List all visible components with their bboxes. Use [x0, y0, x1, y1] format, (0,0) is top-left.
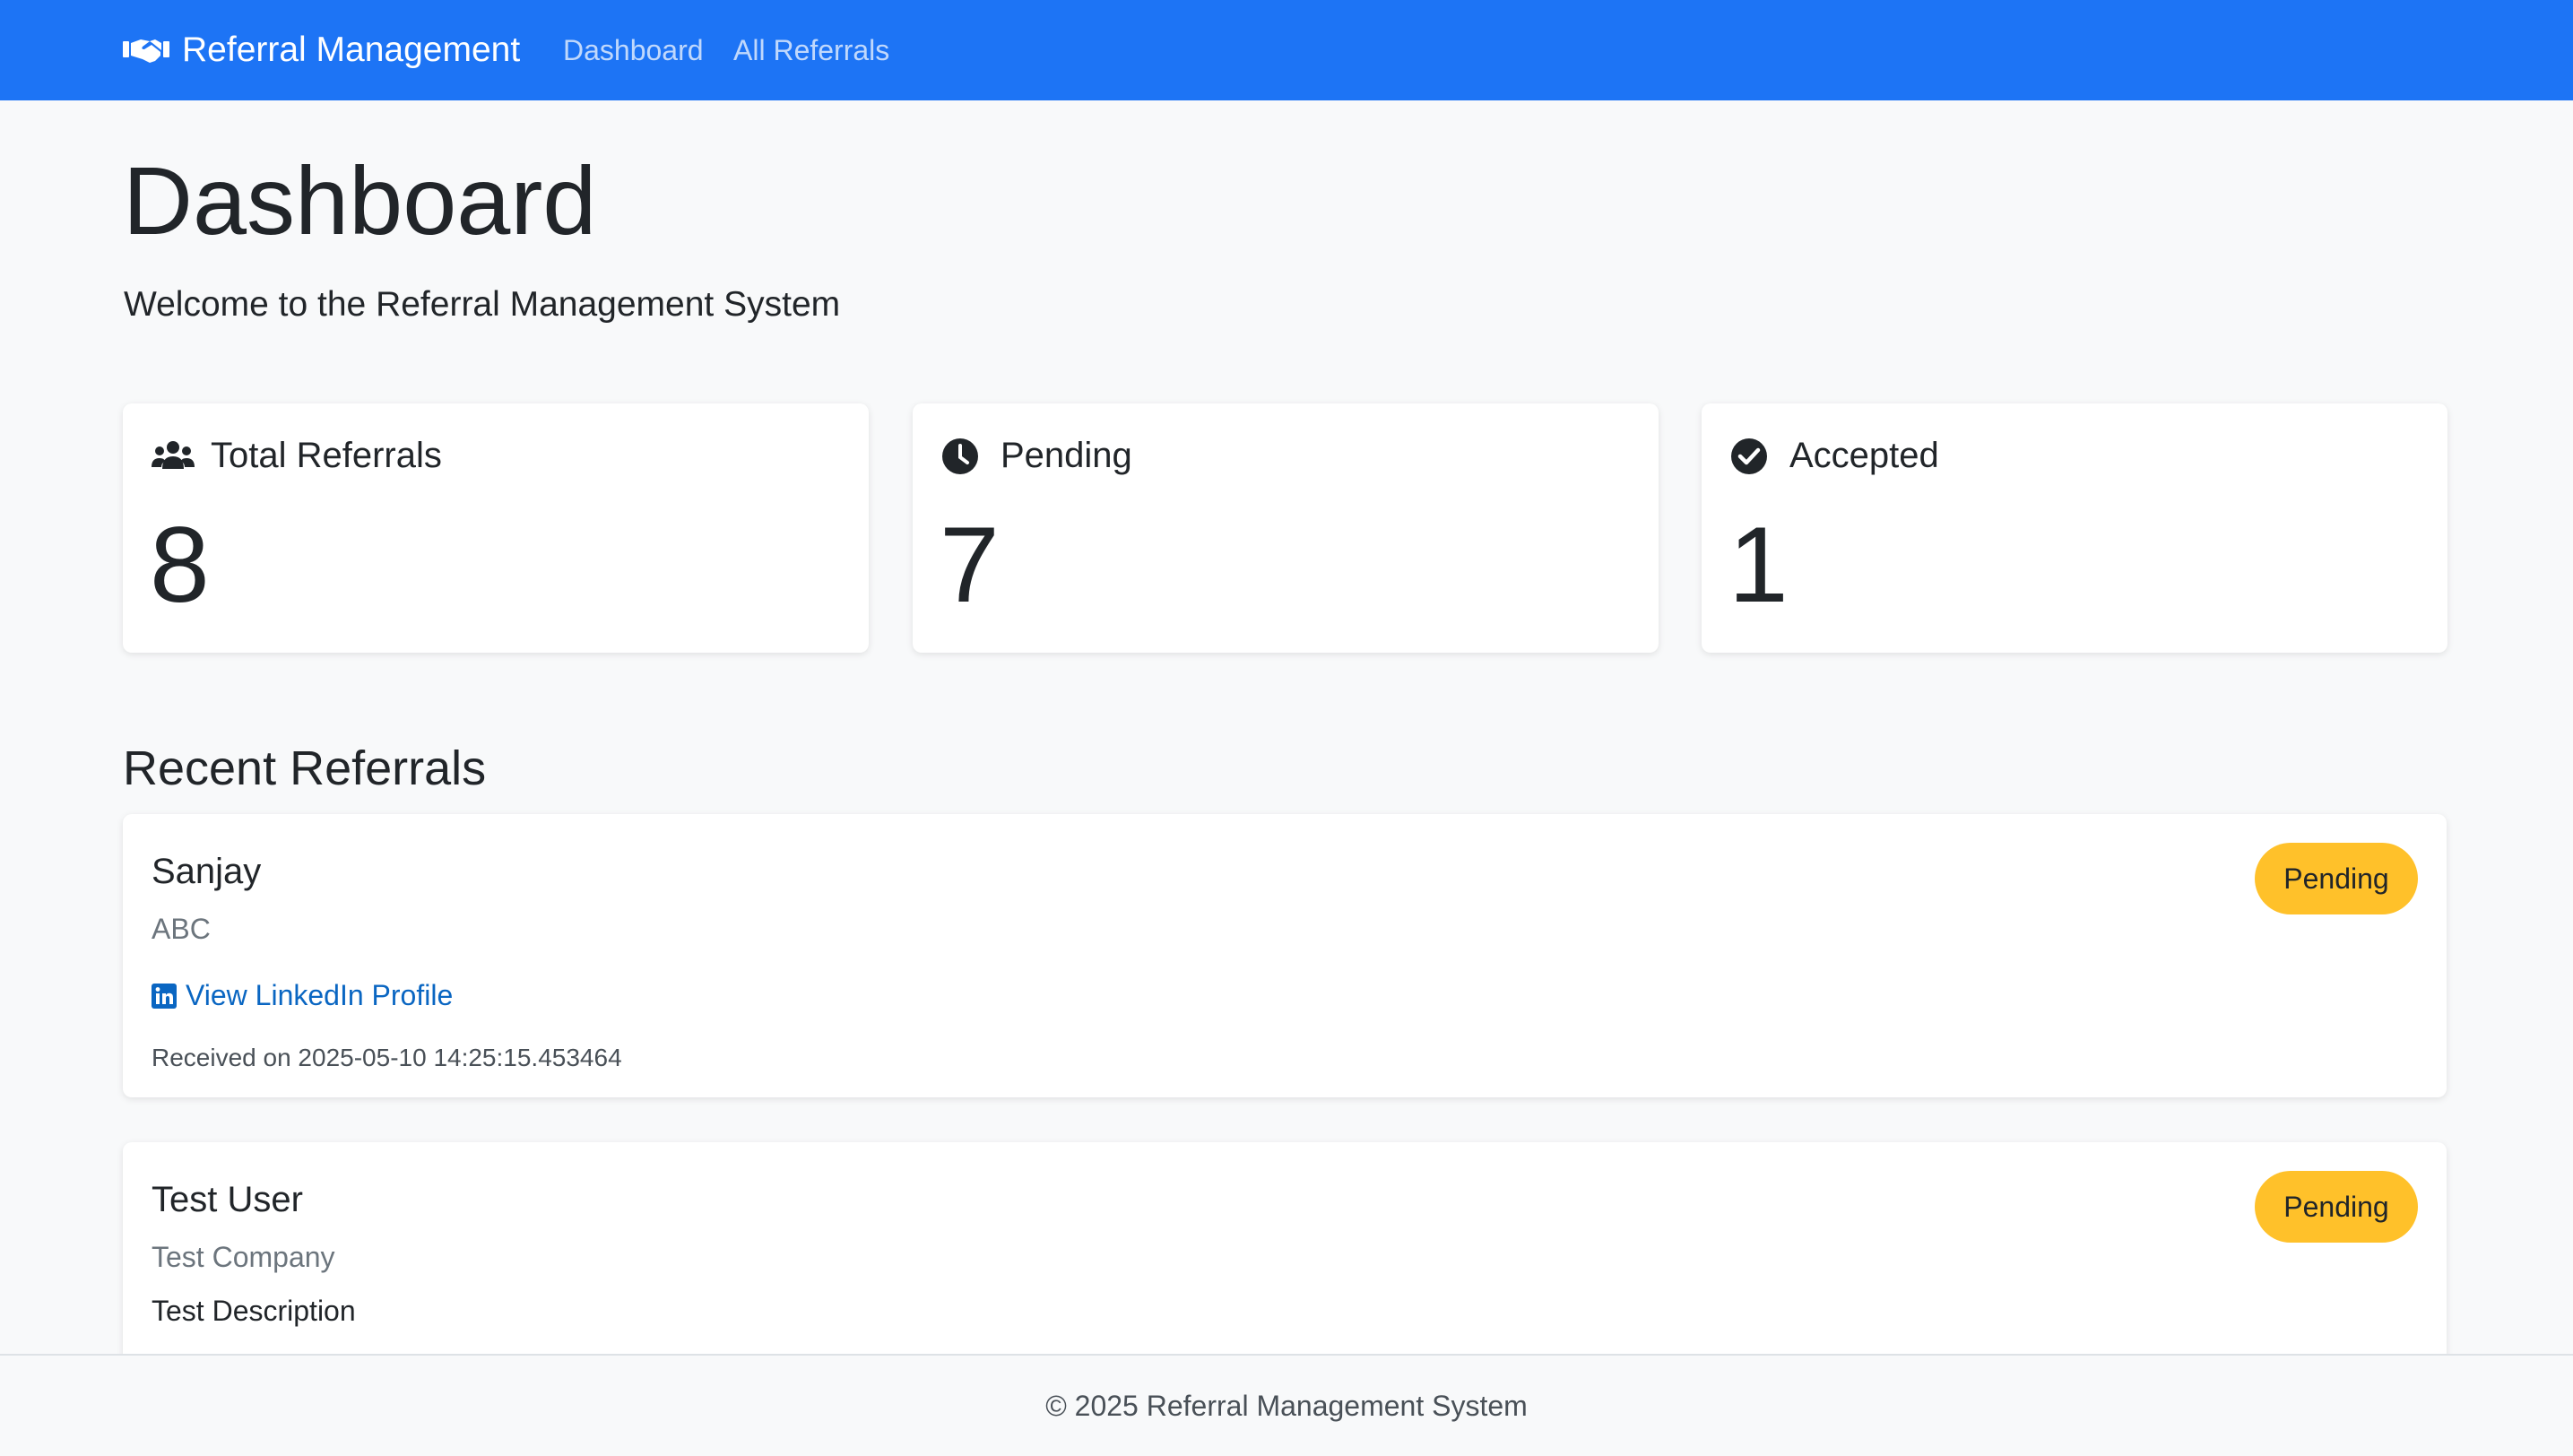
- status-badge: Pending: [2255, 1171, 2418, 1243]
- navbar-brand[interactable]: Referral Management: [123, 0, 520, 100]
- linkedin-profile-link[interactable]: View LinkedIn Profile: [152, 979, 453, 1012]
- navbar: Referral Management Dashboard All Referr…: [0, 0, 2573, 100]
- referral-company: ABC: [152, 913, 211, 945]
- check-circle-icon: [1730, 438, 1773, 475]
- stat-header: Accepted: [1730, 436, 1939, 476]
- nav-link-dashboard[interactable]: Dashboard: [563, 0, 704, 100]
- referral-description: Test Description: [152, 1295, 356, 1327]
- footer: © 2025 Referral Management System: [0, 1354, 2573, 1456]
- linkedin-link-label: View LinkedIn Profile: [186, 979, 454, 1011]
- stat-label: Total Referrals: [211, 436, 442, 475]
- stat-header: Pending: [941, 436, 1132, 476]
- referral-card: Sanjay ABC View LinkedIn Profile Receive…: [123, 814, 2447, 1097]
- users-icon: [152, 438, 195, 475]
- stat-value: 7: [940, 505, 1000, 625]
- page-lead: Welcome to the Referral Management Syste…: [124, 285, 841, 324]
- stat-label: Accepted: [1789, 436, 1939, 475]
- nav-link-all-referrals[interactable]: All Referrals: [733, 0, 889, 100]
- linkedin-icon: [152, 983, 177, 1009]
- handshake-icon: [123, 34, 169, 66]
- referral-received-date: Received on 2025-05-10 14:25:15.453464: [152, 1044, 622, 1071]
- stat-card-total: Total Referrals 8: [123, 403, 869, 653]
- stat-card-accepted: Accepted 1: [1702, 403, 2447, 653]
- stat-card-pending: Pending 7: [913, 403, 1659, 653]
- stat-label: Pending: [1001, 436, 1132, 475]
- page-title: Dashboard: [123, 146, 597, 255]
- referral-name: Test User: [152, 1180, 303, 1219]
- recent-referrals-title: Recent Referrals: [123, 741, 487, 795]
- status-badge: Pending: [2255, 843, 2418, 914]
- footer-text: © 2025 Referral Management System: [1045, 1389, 1528, 1422]
- brand-label: Referral Management: [182, 30, 521, 69]
- stat-value: 8: [150, 505, 210, 625]
- clock-icon: [941, 438, 984, 475]
- referral-company: Test Company: [152, 1241, 335, 1273]
- stat-value: 1: [1728, 505, 1789, 625]
- referral-name: Sanjay: [152, 852, 262, 891]
- stat-header: Total Referrals: [152, 436, 442, 476]
